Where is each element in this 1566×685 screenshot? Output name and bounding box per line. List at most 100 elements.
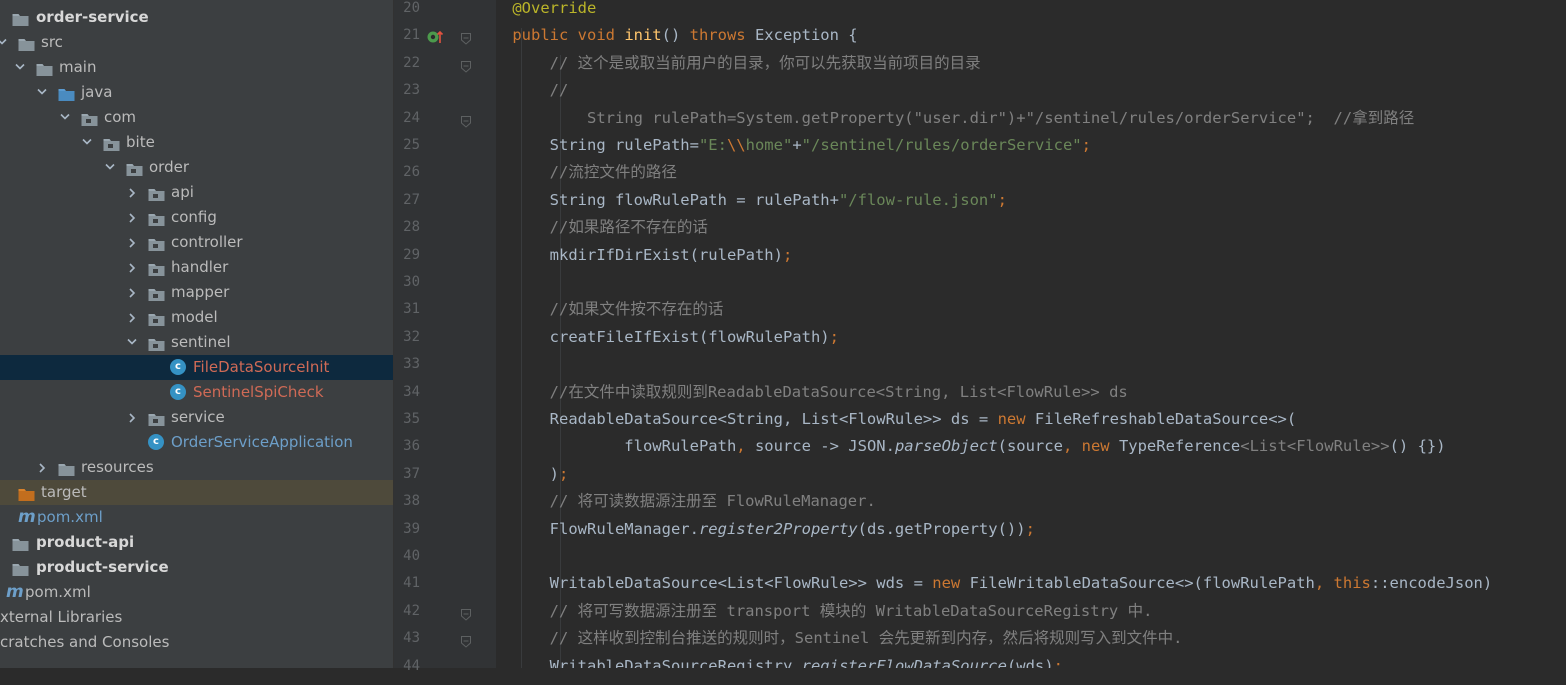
code-token: ; [829, 327, 839, 346]
tree-item-label: product-service [36, 558, 169, 576]
tree-item-config[interactable]: config [0, 205, 393, 230]
tree-item-src[interactable]: src [0, 30, 393, 55]
code-line[interactable]: // 将可写数据源注册至 transport 模块的 WritableDataS… [496, 602, 1153, 630]
tree-item-pom-xml[interactable]: m pom.xml [0, 505, 393, 530]
code-line[interactable]: String flowRulePath = rulePath+"/flow-ru… [496, 190, 1007, 219]
code-line[interactable]: @Override [496, 0, 596, 27]
line-number: 32 [403, 328, 420, 345]
chevron-right-icon[interactable] [126, 230, 138, 255]
tree-item-order-service-application[interactable]: c OrderServiceApplication [0, 430, 393, 455]
line-number: 42 [403, 602, 420, 619]
tree-item-com[interactable]: com [0, 105, 393, 130]
tree-item-external-libraries[interactable]: xternal Libraries [0, 605, 393, 630]
fold-marker-icon[interactable] [461, 113, 471, 128]
project-tree[interactable]: order-service src main java com bite order api c… [0, 0, 394, 668]
tree-item-service[interactable]: service [0, 405, 393, 430]
tree-item-label: com [104, 108, 137, 126]
tree-item-java[interactable]: java [0, 80, 393, 105]
chevron-down-icon[interactable] [81, 130, 93, 155]
code-line[interactable]: flowRulePath, source -> JSON.parseObject… [496, 438, 1445, 465]
code-line[interactable]: // String rulePath=System.getProperty("u… [496, 108, 1415, 137]
code-editor[interactable]: @Override public void init() throws Exce… [496, 0, 1566, 668]
tree-item-target[interactable]: target [0, 480, 393, 505]
tree-item-controller[interactable]: controller [0, 230, 393, 255]
code-line[interactable]: //如果文件按不存在的话 [496, 300, 724, 328]
line-number: 23 [403, 82, 420, 99]
module-icon [12, 535, 29, 551]
module-icon [12, 10, 29, 26]
code-line[interactable]: ); [496, 465, 569, 493]
tree-item-resources[interactable]: resources [0, 455, 393, 480]
tree-item-api[interactable]: api [0, 180, 393, 205]
chevron-right-icon[interactable] [126, 405, 138, 430]
chevron-right-icon[interactable] [36, 455, 48, 480]
tree-item-order-service[interactable]: order-service [0, 5, 393, 30]
tree-item-handler[interactable]: handler [0, 255, 393, 280]
code-token: ::encodeJson) [1370, 574, 1493, 593]
code-token: registerFlowDataSource [801, 656, 1007, 668]
code-token: String rulePath=System.getProperty("user… [496, 108, 1415, 127]
code-line[interactable]: String rulePath="E:\\home"+"/sentinel/ru… [496, 137, 1091, 164]
code-line[interactable]: // [496, 82, 569, 109]
fold-marker-icon[interactable] [461, 30, 471, 46]
chevron-right-icon[interactable] [126, 255, 138, 280]
chevron-down-icon[interactable] [59, 105, 71, 130]
code-line[interactable]: // 将可读数据源注册至 FlowRuleManager. [496, 493, 876, 520]
code-line[interactable]: //在文件中读取规则到ReadableDataSource<String, Li… [496, 383, 1128, 411]
tree-item-scratches-and-consoles[interactable]: cratches and Consoles [0, 630, 393, 655]
code-token: (wds) [1006, 656, 1054, 668]
code-token: WritableDataSource<List<FlowRule>> wds = [496, 574, 933, 593]
code-line[interactable]: //流控文件的路径 [496, 164, 677, 191]
code-line[interactable]: FlowRuleManager.register2Property(ds.get… [496, 520, 1035, 548]
code-line[interactable]: // 这样收到控制台推送的规则时，Sentinel 会先更新到内存，然后将规则写… [496, 630, 1183, 657]
code-line[interactable]: // 这个是或取当前用户的目录，你可以先获取当前项目的目录 [496, 54, 981, 82]
line-number: 40 [403, 548, 420, 564]
tree-item-sentinel[interactable]: sentinel [0, 330, 393, 355]
code-line[interactable]: //如果路径不存在的话 [496, 219, 708, 246]
chevron-right-icon[interactable] [126, 205, 138, 230]
line-number: 20 [403, 0, 420, 16]
line-number: 25 [403, 137, 420, 153]
code-token: // 将可读数据源注册至 FlowRuleManager. [549, 492, 876, 511]
tree-item-mapper[interactable]: mapper [0, 280, 393, 305]
code-line[interactable]: WritableDataSourceRegistry.registerFlowD… [496, 656, 1063, 668]
module-icon [12, 560, 29, 576]
tree-item-file-data-source-init[interactable]: c FileDataSourceInit [0, 355, 393, 380]
tree-item-model[interactable]: model [0, 305, 393, 330]
package-icon [148, 210, 165, 226]
tree-item-main[interactable]: main [0, 55, 393, 80]
chevron-right-icon[interactable] [126, 280, 138, 305]
chevron-down-icon[interactable] [14, 55, 26, 80]
tree-item-product-service[interactable]: product-service [0, 555, 393, 580]
chevron-down-icon[interactable] [0, 30, 8, 55]
code-line[interactable]: mkdirIfDirExist(rulePath); [496, 246, 793, 274]
line-number: 34 [403, 383, 420, 400]
tree-item-sentinel-spi-check[interactable]: c SentinelSpiCheck [0, 380, 393, 405]
code-token: "/flow-rule.json" [838, 190, 998, 209]
tree-item-root-pom-xml[interactable]: m pom.xml [0, 580, 393, 605]
chevron-right-icon[interactable] [126, 305, 138, 330]
chevron-down-icon[interactable] [126, 330, 138, 355]
chevron-down-icon[interactable] [104, 155, 116, 180]
override-method-icon[interactable] [427, 29, 445, 43]
fold-marker-icon[interactable] [461, 606, 471, 621]
code-token: \\ [726, 136, 746, 154]
tree-item-label: order-service [36, 8, 149, 26]
chevron-down-icon[interactable] [36, 80, 48, 105]
code-line[interactable]: WritableDataSource<List<FlowRule>> wds =… [496, 574, 1493, 602]
code-line[interactable]: creatFileIfExist(flowRulePath); [496, 327, 839, 356]
tree-item-bite[interactable]: bite [0, 130, 393, 155]
code-token: Exception { [754, 26, 858, 45]
line-number: 35 [403, 411, 420, 427]
tree-item-product-api[interactable]: product-api [0, 530, 393, 555]
fold-marker-icon[interactable] [461, 633, 471, 648]
code-token: () [661, 26, 690, 45]
tree-item-label: bite [126, 133, 155, 151]
fold-marker-icon[interactable] [461, 58, 471, 73]
tree-item-order[interactable]: order [0, 155, 393, 180]
chevron-right-icon[interactable] [126, 180, 138, 205]
code-line[interactable]: ReadableDataSource<String, List<FlowRule… [496, 411, 1297, 438]
code-line[interactable]: public void init() throws Exception { [496, 26, 858, 54]
